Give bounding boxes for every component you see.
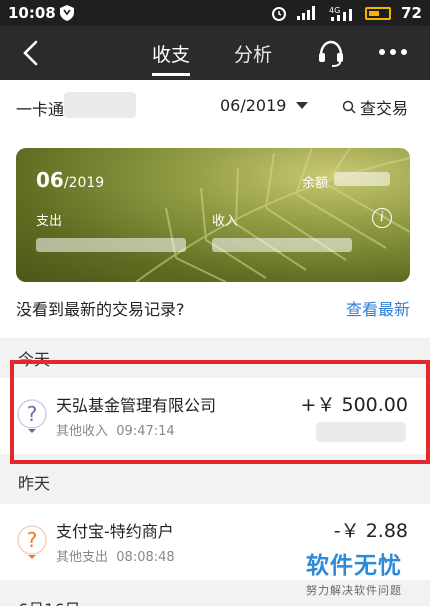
tab-underline	[152, 73, 191, 76]
latest-records-question: 没看到最新的交易记录?	[16, 300, 185, 319]
tab-analysis[interactable]: 分析	[234, 40, 272, 67]
summary-card-area: 06/2019 余额 支出 收入 i	[0, 132, 430, 292]
signal-4g-icon: 4G	[329, 6, 353, 21]
transaction-time: 08:08:48	[116, 550, 175, 565]
latest-records-hint: 没看到最新的交易记录? 查看最新	[0, 292, 430, 338]
chevron-down-icon[interactable]	[296, 102, 308, 109]
filter-bar: 一卡通 06/2019 查交易	[0, 80, 430, 132]
signal-icon	[297, 6, 316, 20]
view-latest-link[interactable]: 查看最新	[346, 296, 410, 320]
nav-bar: 收支 分析	[0, 26, 430, 80]
expense-label: 支出	[36, 214, 63, 229]
income-mask	[212, 238, 352, 252]
svg-text:?: ?	[27, 528, 38, 552]
status-time: 10:08	[8, 4, 56, 22]
tab-income-expense-label: 收支	[152, 44, 191, 66]
transaction-meta: 其他支出 08:08:48	[56, 546, 175, 565]
info-icon[interactable]: i	[372, 208, 392, 228]
tab-analysis-label: 分析	[234, 44, 273, 66]
search-label: 查交易	[360, 99, 409, 118]
watermark-subtitle: 努力解决软件问题	[306, 584, 402, 597]
account-mask	[64, 92, 136, 118]
month-selector[interactable]: 06/2019	[220, 96, 286, 115]
balance-mask	[334, 172, 390, 186]
battery-level: 72	[401, 4, 422, 22]
card-month: 06/2019	[36, 168, 104, 192]
summary-card: 06/2019 余额 支出 收入 i	[16, 148, 410, 282]
income-label: 收入	[212, 214, 239, 229]
watermark: 软件无忧 努力解决软件问题	[306, 546, 416, 598]
card-month-day: 06	[36, 168, 64, 192]
alarm-icon	[272, 7, 287, 21]
question-mark-icon: ?	[17, 525, 47, 559]
more-icon[interactable]	[378, 42, 408, 62]
headset-icon[interactable]	[316, 38, 346, 68]
back-arrow-icon[interactable]	[18, 40, 44, 66]
section-yesterday: 昨天	[18, 474, 51, 493]
status-bar: 10:08 4G 72	[0, 0, 430, 26]
shield-icon	[60, 5, 74, 21]
battery-icon	[365, 6, 392, 20]
watermark-title: 软件无忧	[306, 553, 402, 579]
network-label: 4G	[329, 6, 340, 15]
highlight-box	[10, 360, 430, 464]
tab-income-expense[interactable]: 收支	[152, 40, 191, 76]
balance-label: 余额	[302, 176, 329, 191]
expense-mask	[36, 238, 186, 252]
account-selector[interactable]: 一卡通	[16, 96, 64, 120]
search-icon	[342, 100, 356, 114]
transaction-name: 支付宝-特约商户	[56, 522, 174, 541]
transaction-amount: -￥ 2.88	[333, 520, 408, 542]
status-right: 4G 72	[271, 4, 422, 22]
transaction-category: 其他支出	[56, 550, 109, 565]
section-june16: 6月16日	[18, 596, 81, 606]
search-transactions-button[interactable]: 查交易	[342, 95, 408, 119]
card-year: /2019	[63, 175, 105, 191]
